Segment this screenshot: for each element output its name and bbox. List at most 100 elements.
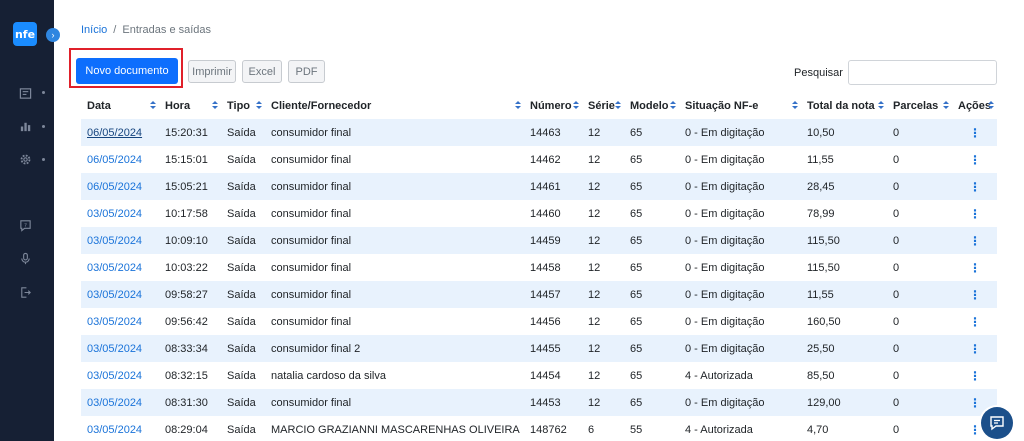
table-cell: 14453 (530, 396, 561, 409)
table-header-row: Data Hora Tipo Cliente/Fornecedor Número Séri… (81, 92, 997, 119)
sort-icon (615, 101, 621, 110)
column-header-5[interactable]: Série (582, 92, 624, 119)
date-link[interactable]: 03/05/2024 (81, 362, 159, 389)
column-header-2[interactable]: Tipo (221, 92, 265, 119)
table-cell: 0 (893, 153, 900, 166)
gear-icon[interactable] (18, 152, 32, 166)
date-link[interactable]: 03/05/2024 (81, 227, 159, 254)
table-row[interactable]: 03/05/2024 08:33:34 Saída consumidor final … (81, 335, 997, 362)
table-cell: natalia cardoso da silva (271, 369, 386, 382)
pdf-button[interactable]: PDF (288, 60, 325, 83)
column-header-label: Cliente/Fornecedor (271, 99, 372, 112)
table-cell: 85,50 (807, 369, 835, 382)
sort-icon (943, 101, 949, 110)
table-cell: Saída (227, 153, 256, 166)
date-link[interactable]: 03/05/2024 (81, 200, 159, 227)
date-link[interactable]: 03/05/2024 (81, 281, 159, 308)
table-body: 06/05/2024 15:20:31 Saída consumidor final 1… (81, 119, 997, 441)
table-cell: 10:03:22 (165, 261, 208, 274)
column-header-8[interactable]: Total da nota (801, 92, 887, 119)
column-header-label: Situação NF-e (685, 99, 759, 112)
chart-icon[interactable] (18, 119, 32, 133)
report-icon[interactable] (18, 86, 32, 100)
table-cell: 65 (630, 342, 643, 355)
table-cell: 0 (893, 180, 900, 193)
table-cell: 09:56:42 (165, 315, 208, 328)
date-link[interactable]: 06/05/2024 (81, 119, 159, 146)
table-cell: 10,50 (807, 126, 835, 139)
date-link[interactable]: 03/05/2024 (81, 254, 159, 281)
chat-button[interactable] (981, 407, 1013, 439)
table-row[interactable]: 03/05/2024 10:03:22 Saída consumidor final 1… (81, 254, 997, 281)
table-row[interactable]: 03/05/2024 09:58:27 Saída consumidor final 1… (81, 281, 997, 308)
table-row[interactable]: 03/05/2024 08:32:15 Saída natalia cardoso d… (81, 362, 997, 389)
table-row[interactable]: 06/05/2024 15:15:01 Saída consumidor final 1… (81, 146, 997, 173)
table-cell: Saída (227, 423, 256, 436)
table-row[interactable]: 06/05/2024 15:05:21 Saída consumidor final 1… (81, 173, 997, 200)
date-link[interactable]: 03/05/2024 (81, 308, 159, 335)
column-header-3[interactable]: Cliente/Fornecedor (265, 92, 524, 119)
print-button[interactable]: Imprimir (188, 60, 236, 83)
table-cell: 12 (588, 180, 601, 193)
more-actions-icon[interactable]: ⋮ (952, 335, 997, 362)
column-header-1[interactable]: Hora (159, 92, 221, 119)
microphone-icon[interactable] (18, 251, 32, 265)
table-cell: 65 (630, 126, 643, 139)
help-icon[interactable]: ? (18, 218, 32, 232)
table-cell: consumidor final (271, 288, 352, 301)
report-submenu-dot (42, 91, 45, 94)
table-cell: 0 (893, 342, 900, 355)
column-header-9[interactable]: Parcelas (887, 92, 952, 119)
more-actions-icon[interactable]: ⋮ (952, 254, 997, 281)
table-cell: Saída (227, 126, 256, 139)
search-input[interactable] (848, 60, 997, 85)
more-actions-icon[interactable]: ⋮ (952, 227, 997, 254)
sidebar-expand-button[interactable]: › (46, 28, 60, 42)
nfe-logo[interactable]: nfe (13, 22, 37, 46)
date-link[interactable]: 03/05/2024 (81, 335, 159, 362)
sidebar: nfe ? (0, 0, 54, 441)
table-cell: 14456 (530, 315, 561, 328)
date-link[interactable]: 03/05/2024 (81, 416, 159, 441)
table-cell: 65 (630, 180, 643, 193)
more-actions-icon[interactable]: ⋮ (952, 119, 997, 146)
column-header-10[interactable]: Ações (952, 92, 997, 119)
chart-submenu-dot (42, 125, 45, 128)
column-header-4[interactable]: Número (524, 92, 582, 119)
breadcrumb-separator: / (113, 24, 117, 36)
table-cell: 148762 (530, 423, 567, 436)
table-row[interactable]: 03/05/2024 10:17:58 Saída consumidor final 1… (81, 200, 997, 227)
excel-button[interactable]: Excel (242, 60, 282, 83)
table-cell: 129,00 (807, 396, 841, 409)
more-actions-icon[interactable]: ⋮ (952, 362, 997, 389)
table-cell: consumidor final (271, 207, 352, 220)
more-actions-icon[interactable]: ⋮ (952, 308, 997, 335)
more-actions-icon[interactable]: ⋮ (952, 146, 997, 173)
table-cell: 115,50 (807, 261, 840, 274)
date-link[interactable]: 06/05/2024 (81, 146, 159, 173)
table-row[interactable]: 06/05/2024 15:20:31 Saída consumidor final 1… (81, 119, 997, 146)
more-actions-icon[interactable]: ⋮ (952, 173, 997, 200)
table-row[interactable]: 03/05/2024 08:29:04 Saída MARCIO GRAZIANNI … (81, 416, 997, 441)
table-cell: 6 (588, 423, 595, 436)
table-cell: 12 (588, 126, 601, 139)
date-link[interactable]: 06/05/2024 (81, 173, 159, 200)
table-cell: 10:09:10 (165, 234, 208, 247)
table-cell: 55 (630, 423, 643, 436)
more-actions-icon[interactable]: ⋮ (952, 281, 997, 308)
more-actions-icon[interactable]: ⋮ (952, 200, 997, 227)
date-link[interactable]: 03/05/2024 (81, 389, 159, 416)
logout-icon[interactable] (18, 285, 32, 299)
column-header-0[interactable]: Data (81, 92, 159, 119)
breadcrumb-home-link[interactable]: Início (81, 24, 107, 36)
new-document-button[interactable]: Novo documento (76, 58, 178, 84)
table-cell: 0 - Em digitação (685, 261, 765, 274)
table-row[interactable]: 03/05/2024 10:09:10 Saída consumidor final 1… (81, 227, 997, 254)
table-row[interactable]: 03/05/2024 08:31:30 Saída consumidor final 1… (81, 389, 997, 416)
table-row[interactable]: 03/05/2024 09:56:42 Saída consumidor final 1… (81, 308, 997, 335)
table-cell: 12 (588, 234, 601, 247)
column-header-label: Total da nota (807, 99, 875, 112)
column-header-label: Data (87, 99, 111, 112)
column-header-7[interactable]: Situação NF-e (679, 92, 801, 119)
column-header-6[interactable]: Modelo (624, 92, 679, 119)
